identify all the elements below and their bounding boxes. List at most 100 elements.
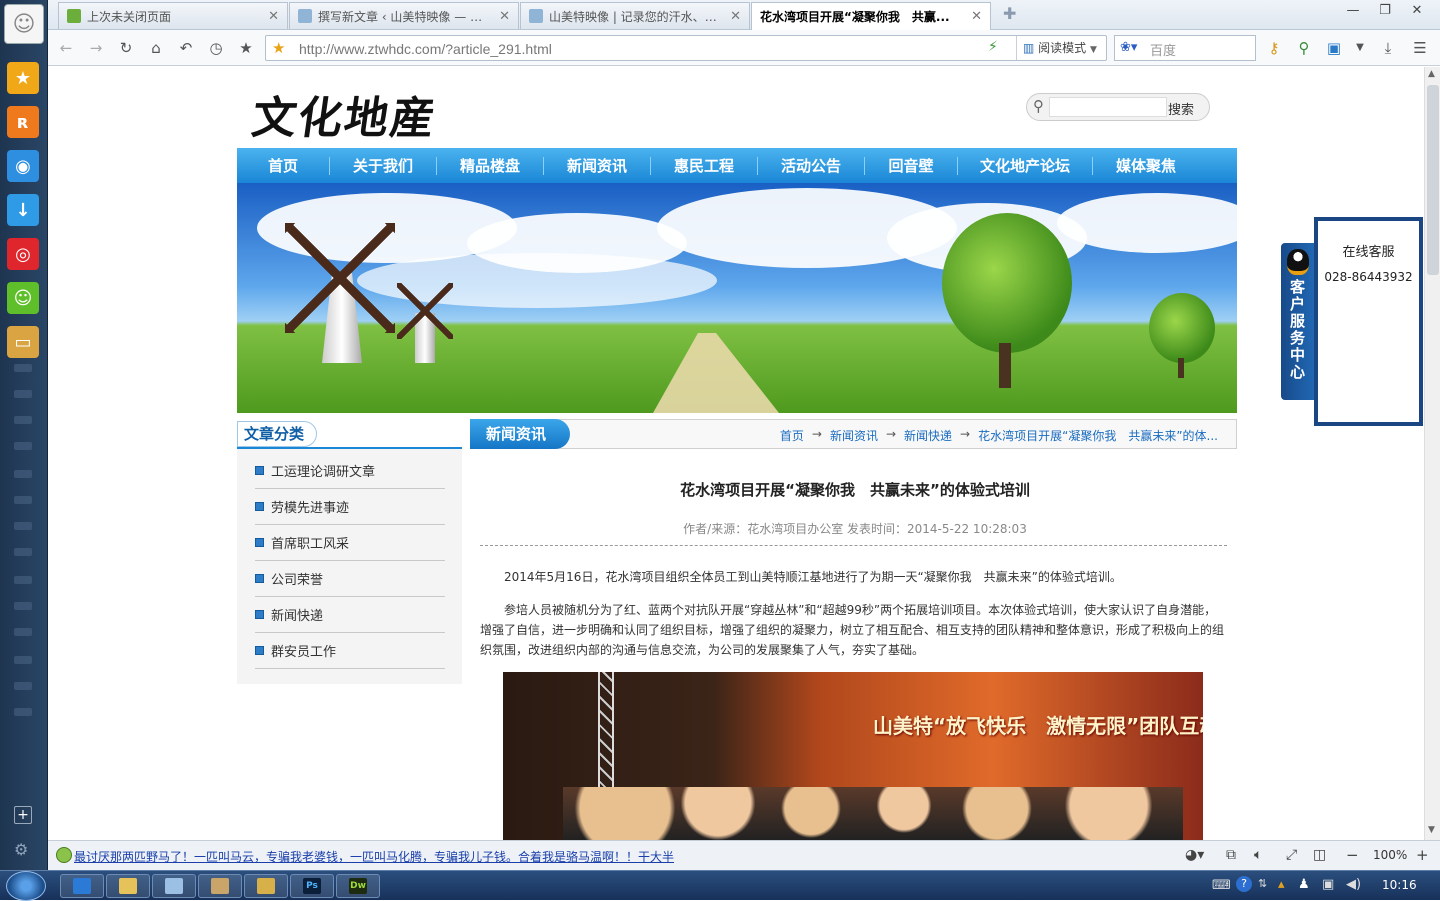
taskbar-app-dreamweaver[interactable]: Dw [336,874,380,898]
category-label[interactable]: 新闻快递 [271,605,323,624]
status-message[interactable]: 最讨厌那两匹野马了！一匹叫马云，专骗我老婆钱，一匹叫马化腾，专骗我儿子钱。合着我… [74,848,674,865]
restore-window-button[interactable]: ❐ [1370,0,1400,22]
speed-icon[interactable]: ◕▾ [1185,847,1204,863]
refresh-icon[interactable]: ↻ [116,38,136,58]
close-icon[interactable]: ✕ [499,9,510,24]
nav-about[interactable]: 关于我们 [330,155,436,176]
nav-properties[interactable]: 精品楼盘 [437,155,543,176]
rss-icon[interactable]: ʀ [7,106,39,138]
tray-app-icon[interactable]: ▴ [1278,877,1285,892]
new-tab-button[interactable]: ✚ [1003,4,1016,23]
dropdown-icon[interactable]: ▼ [1350,38,1370,58]
site-search-input[interactable] [1049,97,1167,117]
keyboard-icon[interactable]: ⌨ [1212,878,1231,893]
bookmark-icon[interactable]: ★ [236,38,256,58]
breadcrumb-express[interactable]: 新闻快递 [904,427,952,444]
reader-mode-button[interactable]: ▥ 阅读模式 ▼ [1016,36,1108,60]
faded-icon[interactable] [14,442,32,450]
downloads-icon[interactable]: ⤓ [1378,38,1398,58]
taskbar-app-image[interactable] [244,874,288,898]
faded-icon[interactable] [14,470,32,478]
tray-arrows-icon[interactable]: ⇅ [1258,877,1267,890]
category-item[interactable]: 公司荣誉 [255,561,445,597]
nav-welfare[interactable]: 惠民工程 [651,155,757,176]
faded-icon[interactable] [14,364,32,372]
add-icon[interactable]: + [14,806,32,824]
forward-icon[interactable]: → [86,38,106,58]
baidu-paw-icon[interactable]: ❀▾ [1120,40,1137,55]
start-button[interactable] [6,871,46,901]
nav-events[interactable]: 活动公告 [758,155,864,176]
nav-media[interactable]: 媒体聚焦 [1093,155,1199,176]
faded-icon[interactable] [14,522,32,530]
smiley-icon[interactable]: ☺ [7,282,39,314]
tab-wordpress-new[interactable]: 撰写新文章 ‹ 山美特映像 — Wor... ✕ [289,2,519,29]
undo-icon[interactable]: ↶ [176,38,196,58]
split-icon[interactable]: ◫ [1313,847,1326,863]
user-avatar[interactable]: ☺ [4,4,44,44]
screenshot-icon[interactable]: ⧉ [1226,847,1236,863]
close-icon[interactable]: ✕ [268,9,279,24]
weibo-icon[interactable]: ◎ [7,238,39,270]
tab-article[interactable]: 花水湾项目开展“凝聚你我 共赢... ✕ [751,2,991,30]
browser-search-box[interactable]: ❀▾ 百度 [1114,35,1256,61]
help-icon[interactable]: ? [1236,876,1252,892]
history-icon[interactable]: ◷ [206,38,226,58]
url-text[interactable]: http://www.ztwhdc.com/?article_291.html [299,41,552,57]
taskbar-app-photoshop[interactable]: Ps [290,874,334,898]
tab-wordpress-site[interactable]: 山美特映像 | 记录您的汗水、泪... ✕ [520,2,750,29]
address-bar[interactable]: ★ http://www.ztwhdc.com/?article_291.htm… [265,35,1107,61]
sound-icon[interactable]: 🔈︎ [1254,847,1262,863]
settings-icon[interactable]: ⚙ [14,840,28,859]
service-phone[interactable]: 028-86443932 [1318,270,1419,284]
close-icon[interactable]: ✕ [730,9,741,24]
network-icon[interactable]: ▣ [1322,877,1334,892]
vertical-scrollbar[interactable]: ▲ ▼ [1424,67,1440,840]
clock[interactable]: 10:16 [1382,878,1417,892]
category-item[interactable]: 新闻快递 [255,597,445,633]
category-label[interactable]: 劳模先进事迹 [271,497,349,516]
category-item[interactable]: 工运理论调研文章 [255,453,445,489]
site-search-button[interactable]: 搜索 [1168,99,1194,118]
favorite-star-icon[interactable]: ★ [272,39,285,57]
download-icon[interactable]: ↓ [7,194,39,226]
nav-echo-wall[interactable]: 回音壁 [865,155,957,176]
faded-icon[interactable] [14,602,32,610]
faded-icon[interactable] [14,576,32,584]
faded-icon[interactable] [14,682,32,690]
taskbar-app-notepad[interactable] [152,874,196,898]
home-icon[interactable]: ⌂ [146,38,166,58]
notes-icon[interactable]: ▭ [7,326,39,358]
back-icon[interactable]: ← [56,38,76,58]
breadcrumb-current[interactable]: 花水湾项目开展“凝聚你我 共赢未来”的体... [978,427,1218,444]
verified-icon[interactable]: ⚡ [988,39,998,55]
taskbar-app-browser[interactable] [60,874,104,898]
tab-restore[interactable]: 上次未关闭页面 ✕ [58,2,288,29]
minimize-button[interactable]: — [1338,0,1368,22]
faded-icon[interactable] [14,390,32,398]
faded-icon[interactable] [14,548,32,556]
site-logo[interactable]: 文化地産 [249,82,442,146]
zoom-out-button[interactable]: − [1346,846,1359,864]
faded-icon[interactable] [14,496,32,504]
nav-news[interactable]: 新闻资讯 [544,155,650,176]
nav-forum[interactable]: 文化地产论坛 [958,155,1092,176]
scroll-down-icon[interactable]: ▼ [1428,825,1435,835]
taskbar-app-tools[interactable] [198,874,242,898]
fullscreen-icon[interactable]: ⤢ [1286,847,1297,863]
translate-icon[interactable]: ▣ [1324,38,1344,58]
scroll-up-icon[interactable]: ▲ [1428,69,1435,79]
faded-icon[interactable] [14,708,32,716]
category-label[interactable]: 工运理论调研文章 [271,461,375,480]
category-item[interactable]: 首席职工风采 [255,525,445,561]
faded-icon[interactable] [14,416,32,424]
category-item[interactable]: 劳模先进事迹 [255,489,445,525]
volume-icon[interactable]: ◀︎) [1346,877,1361,892]
key-icon[interactable]: ⚷ [1264,38,1284,58]
qq-tray-icon[interactable]: ♟ [1298,877,1310,892]
favorites-icon[interactable]: ★ [7,62,39,94]
menu-icon[interactable]: ☰ [1410,38,1430,58]
taskbar-app-explorer[interactable] [106,874,150,898]
category-label[interactable]: 群安员工作 [271,641,336,660]
nav-home[interactable]: 首页 [237,155,329,176]
